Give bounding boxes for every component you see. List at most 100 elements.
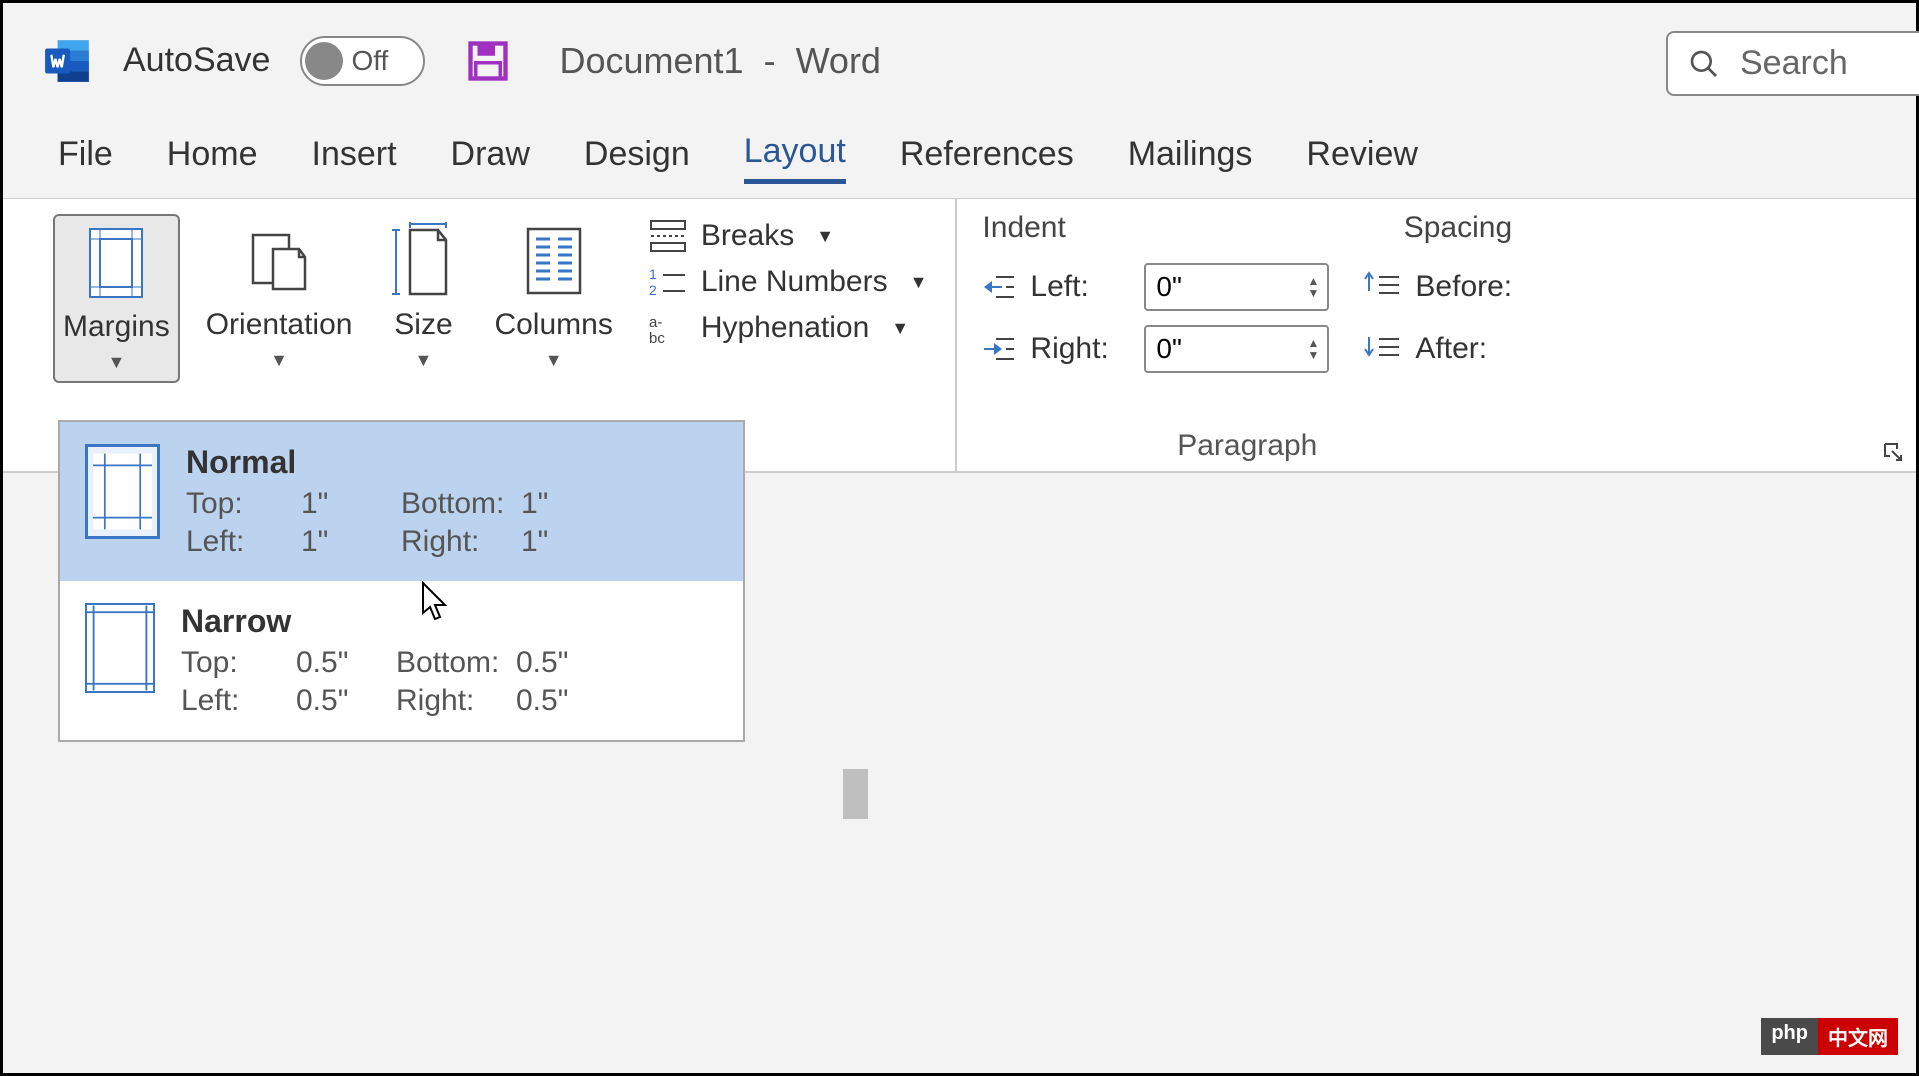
bottom-label: Bottom: bbox=[401, 487, 521, 521]
tab-home[interactable]: Home bbox=[167, 135, 258, 182]
svg-text:bc: bc bbox=[649, 330, 665, 345]
search-icon bbox=[1688, 48, 1720, 80]
indent-left-value: 0" bbox=[1156, 271, 1182, 303]
hyphenation-icon: a- bc bbox=[649, 311, 687, 345]
bottom-label: Bottom: bbox=[396, 646, 516, 680]
breaks-icon bbox=[649, 219, 687, 253]
chevron-down-icon: ▼ bbox=[107, 352, 125, 373]
columns-button[interactable]: Columns ▼ bbox=[486, 214, 620, 383]
save-icon[interactable] bbox=[467, 40, 509, 82]
size-button[interactable]: Size ▼ bbox=[378, 214, 468, 383]
tab-design[interactable]: Design bbox=[584, 135, 690, 182]
tab-insert[interactable]: Insert bbox=[312, 135, 397, 182]
left-label: Left: bbox=[186, 525, 301, 559]
indent-left-input[interactable]: 0" ▲▼ bbox=[1144, 263, 1329, 311]
left-label: Left: bbox=[181, 684, 296, 718]
margins-dropdown: Normal Top: 1" Bottom: 1" Left: 1" Right… bbox=[58, 420, 745, 742]
margins-label: Margins bbox=[63, 310, 170, 344]
toggle-state-label: Off bbox=[351, 45, 388, 77]
autosave-label: AutoSave bbox=[123, 41, 270, 80]
left-value: 0.5" bbox=[296, 684, 396, 718]
indent-header: Indent bbox=[982, 211, 1065, 245]
paragraph-group-label: Paragraph bbox=[1177, 429, 1317, 463]
orientation-icon bbox=[249, 225, 309, 297]
indent-left-icon bbox=[982, 273, 1016, 301]
title-bar: AutoSave Off Document1 - Word Search bbox=[3, 3, 1916, 118]
preset-name: Normal bbox=[186, 444, 718, 481]
line-numbers-icon: 1 2 bbox=[649, 265, 687, 299]
tab-mailings[interactable]: Mailings bbox=[1128, 135, 1253, 182]
tab-references[interactable]: References bbox=[900, 135, 1074, 182]
svg-text:a-: a- bbox=[649, 314, 662, 331]
spacing-before-icon bbox=[1363, 271, 1401, 303]
indent-right-label: Right: bbox=[1030, 332, 1130, 366]
margins-button[interactable]: Margins ▼ bbox=[53, 214, 180, 383]
top-value: 0.5" bbox=[296, 646, 396, 680]
badge-right: 中文网 bbox=[1818, 1018, 1898, 1055]
right-value: 0.5" bbox=[516, 684, 596, 718]
dialog-launcher-icon[interactable] bbox=[1882, 441, 1904, 463]
chevron-down-icon: ▼ bbox=[545, 350, 563, 371]
indent-right-icon bbox=[982, 335, 1016, 363]
line-numbers-label: Line Numbers bbox=[701, 265, 888, 299]
bottom-value: 1" bbox=[521, 487, 601, 521]
right-value: 1" bbox=[521, 525, 601, 559]
right-label: Right: bbox=[401, 525, 521, 559]
left-value: 1" bbox=[301, 525, 401, 559]
bottom-value: 0.5" bbox=[516, 646, 596, 680]
word-app-icon bbox=[43, 36, 93, 86]
columns-icon bbox=[524, 225, 584, 297]
autosave-toggle[interactable]: Off bbox=[300, 36, 425, 86]
page-edge bbox=[843, 769, 868, 819]
line-numbers-button[interactable]: 1 2 Line Numbers ▼ bbox=[649, 265, 928, 299]
orientation-label: Orientation bbox=[206, 308, 353, 342]
size-icon bbox=[392, 222, 454, 300]
watermark-badge: php 中文网 bbox=[1761, 1018, 1898, 1055]
spacing-before-label: Before: bbox=[1415, 270, 1512, 304]
orientation-button[interactable]: Orientation ▼ bbox=[198, 214, 361, 383]
toggle-knob bbox=[305, 42, 343, 80]
chevron-down-icon: ▼ bbox=[891, 318, 909, 339]
indent-right-input[interactable]: 0" ▲▼ bbox=[1144, 325, 1329, 373]
top-value: 1" bbox=[301, 487, 401, 521]
breaks-label: Breaks bbox=[701, 219, 794, 253]
indent-right-value: 0" bbox=[1156, 333, 1182, 365]
top-label: Top: bbox=[186, 487, 301, 521]
chevron-down-icon: ▼ bbox=[270, 350, 288, 371]
chevron-down-icon: ▼ bbox=[910, 272, 928, 293]
tab-file[interactable]: File bbox=[58, 135, 113, 182]
search-box[interactable]: Search bbox=[1666, 31, 1919, 96]
hyphenation-label: Hyphenation bbox=[701, 311, 869, 345]
tab-review[interactable]: Review bbox=[1306, 135, 1417, 182]
margin-narrow-icon bbox=[85, 603, 155, 693]
breaks-button[interactable]: Breaks ▼ bbox=[649, 219, 928, 253]
margins-icon bbox=[88, 227, 144, 299]
margin-normal-icon bbox=[85, 444, 160, 539]
chevron-down-icon: ▼ bbox=[415, 350, 433, 371]
right-label: Right: bbox=[396, 684, 516, 718]
spinner-arrows[interactable]: ▲▼ bbox=[1308, 337, 1320, 361]
spacing-header: Spacing bbox=[1404, 211, 1512, 245]
badge-left: php bbox=[1761, 1018, 1818, 1055]
paragraph-group: Indent Spacing Left: 0" ▲▼ Before: bbox=[957, 199, 1537, 471]
chevron-down-icon: ▼ bbox=[816, 226, 834, 247]
svg-text:2: 2 bbox=[649, 282, 657, 298]
columns-label: Columns bbox=[494, 308, 612, 342]
ribbon-tabs: File Home Insert Draw Design Layout Refe… bbox=[3, 118, 1916, 198]
top-label: Top: bbox=[181, 646, 296, 680]
tab-layout[interactable]: Layout bbox=[744, 132, 846, 184]
spacing-after-label: After: bbox=[1415, 332, 1487, 366]
svg-text:1: 1 bbox=[649, 266, 657, 282]
document-area[interactable] bbox=[748, 473, 1916, 1073]
hyphenation-button[interactable]: a- bc Hyphenation ▼ bbox=[649, 311, 928, 345]
indent-left-label: Left: bbox=[1030, 270, 1130, 304]
search-placeholder: Search bbox=[1740, 44, 1848, 83]
margin-preset-narrow[interactable]: Narrow Top: 0.5" Bottom: 0.5" Left: 0.5"… bbox=[60, 581, 743, 740]
size-label: Size bbox=[394, 308, 452, 342]
spacing-after-icon bbox=[1363, 333, 1401, 365]
mouse-cursor-icon bbox=[421, 581, 451, 623]
document-title: Document1 - Word bbox=[559, 40, 881, 82]
margin-preset-normal[interactable]: Normal Top: 1" Bottom: 1" Left: 1" Right… bbox=[60, 422, 743, 581]
tab-draw[interactable]: Draw bbox=[451, 135, 530, 182]
spinner-arrows[interactable]: ▲▼ bbox=[1308, 275, 1320, 299]
